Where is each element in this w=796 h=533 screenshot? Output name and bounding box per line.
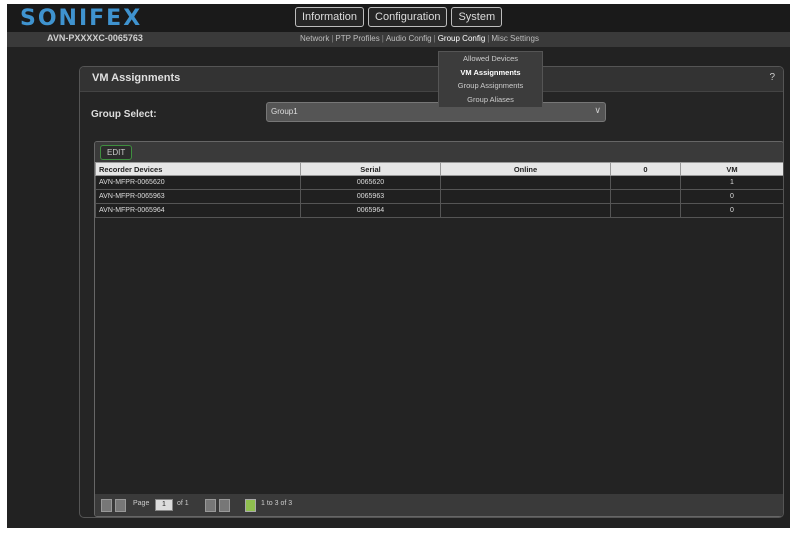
panel-title: VM Assignments xyxy=(92,72,181,84)
help-icon[interactable]: ? xyxy=(769,72,775,83)
subnav-separator: | xyxy=(487,34,490,43)
page-input[interactable]: 1 xyxy=(155,499,173,511)
refresh-icon[interactable] xyxy=(245,499,256,512)
subnav-network[interactable]: Network xyxy=(300,34,329,43)
menu-item-group-assignments[interactable]: Group Assignments xyxy=(439,79,542,93)
device-name: AVN-PXXXXC-0065763 xyxy=(47,33,143,43)
cell-serial: 0065620 xyxy=(300,175,441,190)
app-window: SONIFEX Information Configuration System… xyxy=(7,4,790,528)
cell-serial: 0065963 xyxy=(300,189,441,204)
table-header-row: Recorder Devices Serial Online 0 VM xyxy=(95,162,783,176)
top-nav: Information Configuration System xyxy=(295,7,503,27)
cell-vm: 0 xyxy=(680,189,783,204)
edit-button[interactable]: EDIT xyxy=(100,145,133,160)
prev-page-icon[interactable] xyxy=(115,499,126,512)
group-select-dropdown[interactable]: Group1 ∨ xyxy=(266,102,606,122)
first-page-icon[interactable] xyxy=(101,499,112,512)
assignments-table: Recorder Devices Serial Online 0 VM AVN-… xyxy=(95,162,783,218)
nav-system[interactable]: System xyxy=(451,7,503,27)
cell-device: AVN-MFPR-0065963 xyxy=(95,189,301,204)
column-header-online[interactable]: Online xyxy=(440,162,611,176)
logo: SONIFEX xyxy=(20,6,143,31)
subnav-audio-config[interactable]: Audio Config xyxy=(386,34,432,43)
pagination-bar: Page 1 of 1 1 to 3 of 3 xyxy=(95,494,783,516)
cell-serial: 0065964 xyxy=(300,203,441,218)
page-of-label: of 1 xyxy=(177,500,189,507)
cell-online xyxy=(440,203,611,218)
last-page-icon[interactable] xyxy=(219,499,230,512)
nav-configuration[interactable]: Configuration xyxy=(368,7,448,27)
vm-assignments-panel: VM Assignments ? Group Select: Group1 ∨ … xyxy=(79,66,784,518)
cell-online xyxy=(440,175,611,190)
table-row[interactable]: AVN-MFPR-0065963 0065963 0 xyxy=(95,189,783,204)
cell-vm: 1 xyxy=(680,175,783,190)
cell-0 xyxy=(610,175,681,190)
record-count: 1 to 3 of 3 xyxy=(261,500,293,507)
nav-information[interactable]: Information xyxy=(295,7,365,27)
cell-device: AVN-MFPR-0065620 xyxy=(95,175,301,190)
chevron-down-icon: ∨ xyxy=(594,105,601,115)
cell-0 xyxy=(610,203,681,218)
table-toolbar: EDIT xyxy=(95,142,783,162)
table-row[interactable]: AVN-MFPR-0065964 0065964 0 xyxy=(95,203,783,218)
next-page-icon[interactable] xyxy=(205,499,216,512)
column-header-0[interactable]: 0 xyxy=(610,162,681,176)
subnav-separator: | xyxy=(433,34,436,43)
menu-item-group-aliases[interactable]: Group Aliases xyxy=(439,93,542,107)
column-header-vm[interactable]: VM xyxy=(680,162,783,176)
menu-item-vm-assignments[interactable]: VM Assignments xyxy=(439,66,542,80)
column-header-recorder-devices[interactable]: Recorder Devices xyxy=(95,162,301,176)
subnav-ptp-profiles[interactable]: PTP Profiles xyxy=(335,34,379,43)
assignments-table-container: EDIT Recorder Devices Serial Online 0 VM xyxy=(94,141,783,517)
subnav-separator: | xyxy=(331,34,334,43)
cell-vm: 0 xyxy=(680,203,783,218)
cell-online xyxy=(440,189,611,204)
cell-device: AVN-MFPR-0065964 xyxy=(95,203,301,218)
cell-0 xyxy=(610,189,681,204)
table-row[interactable]: AVN-MFPR-0065620 0065620 1 xyxy=(95,175,783,190)
column-header-serial[interactable]: Serial xyxy=(300,162,441,176)
header: SONIFEX Information Configuration System xyxy=(7,4,790,32)
subnav-separator: | xyxy=(381,34,384,43)
panel-header: VM Assignments ? xyxy=(80,67,783,92)
sub-bar: AVN-PXXXXC-0065763 Network | PTP Profile… xyxy=(7,32,790,47)
group-select-label: Group Select: xyxy=(91,109,157,120)
group-select-value: Group1 xyxy=(271,107,298,116)
subnav-misc-settings[interactable]: Misc Settings xyxy=(491,34,539,43)
group-config-menu: Allowed Devices VM Assignments Group Ass… xyxy=(438,51,543,108)
menu-item-allowed-devices[interactable]: Allowed Devices xyxy=(439,52,542,66)
sub-nav: Network | PTP Profiles | Audio Config | … xyxy=(300,34,539,43)
subnav-group-config[interactable]: Group Config xyxy=(438,34,486,43)
page-label: Page xyxy=(133,500,150,507)
